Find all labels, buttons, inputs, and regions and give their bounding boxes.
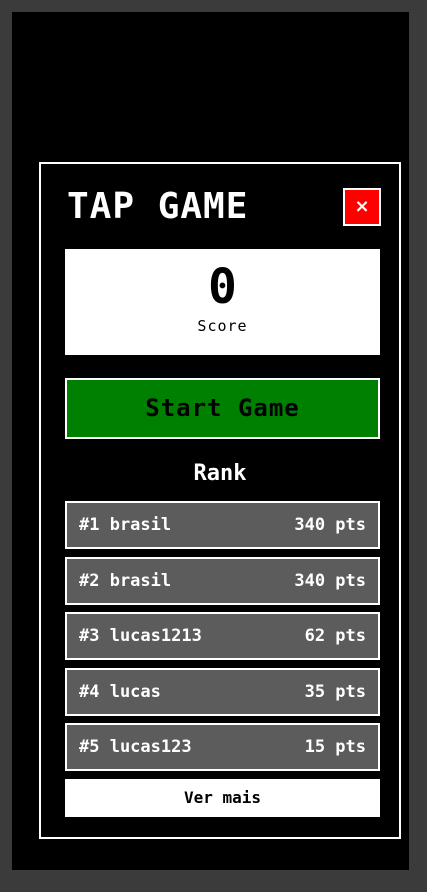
game-header: TAP GAME × xyxy=(67,186,381,228)
start-game-button[interactable]: Start Game xyxy=(65,378,380,439)
rank-row: #3 lucas1213 62 pts xyxy=(65,612,380,660)
rank-name: #3 lucas1213 xyxy=(79,626,202,646)
score-display: 0 Score xyxy=(65,249,380,355)
game-title: TAP GAME xyxy=(67,186,249,227)
rank-name: #2 brasil xyxy=(79,570,172,591)
rank-title: Rank xyxy=(193,461,247,486)
game-panel: TAP GAME × 0 Score Start Game Rank #1 br… xyxy=(39,162,401,839)
see-more-button[interactable]: Ver mais xyxy=(65,779,380,817)
score-value: 0 xyxy=(208,259,237,315)
rank-points: 62 pts xyxy=(304,626,366,646)
rank-row: #5 lucas123 15 pts xyxy=(65,723,380,771)
rank-points: 15 pts xyxy=(304,737,366,757)
rank-row: #1 brasil 340 pts xyxy=(65,501,380,549)
rank-points: 340 pts xyxy=(294,515,366,535)
rank-row: #4 lucas 35 pts xyxy=(65,667,380,716)
game-screen: TAP GAME × 0 Score Start Game Rank #1 br… xyxy=(12,12,409,870)
rank-list: #1 brasil 340 pts #2 brasil 340 pts #3 l… xyxy=(65,501,380,779)
rank-name: #5 lucas123 xyxy=(79,737,192,757)
rank-row: #2 brasil 340 pts xyxy=(65,556,380,605)
score-label: Score xyxy=(197,317,248,335)
rank-points: 35 pts xyxy=(304,681,366,702)
rank-points: 340 pts xyxy=(294,570,366,591)
close-button[interactable]: × xyxy=(343,188,381,226)
rank-name: #4 lucas xyxy=(79,681,161,702)
rank-name: #1 brasil xyxy=(79,515,172,535)
